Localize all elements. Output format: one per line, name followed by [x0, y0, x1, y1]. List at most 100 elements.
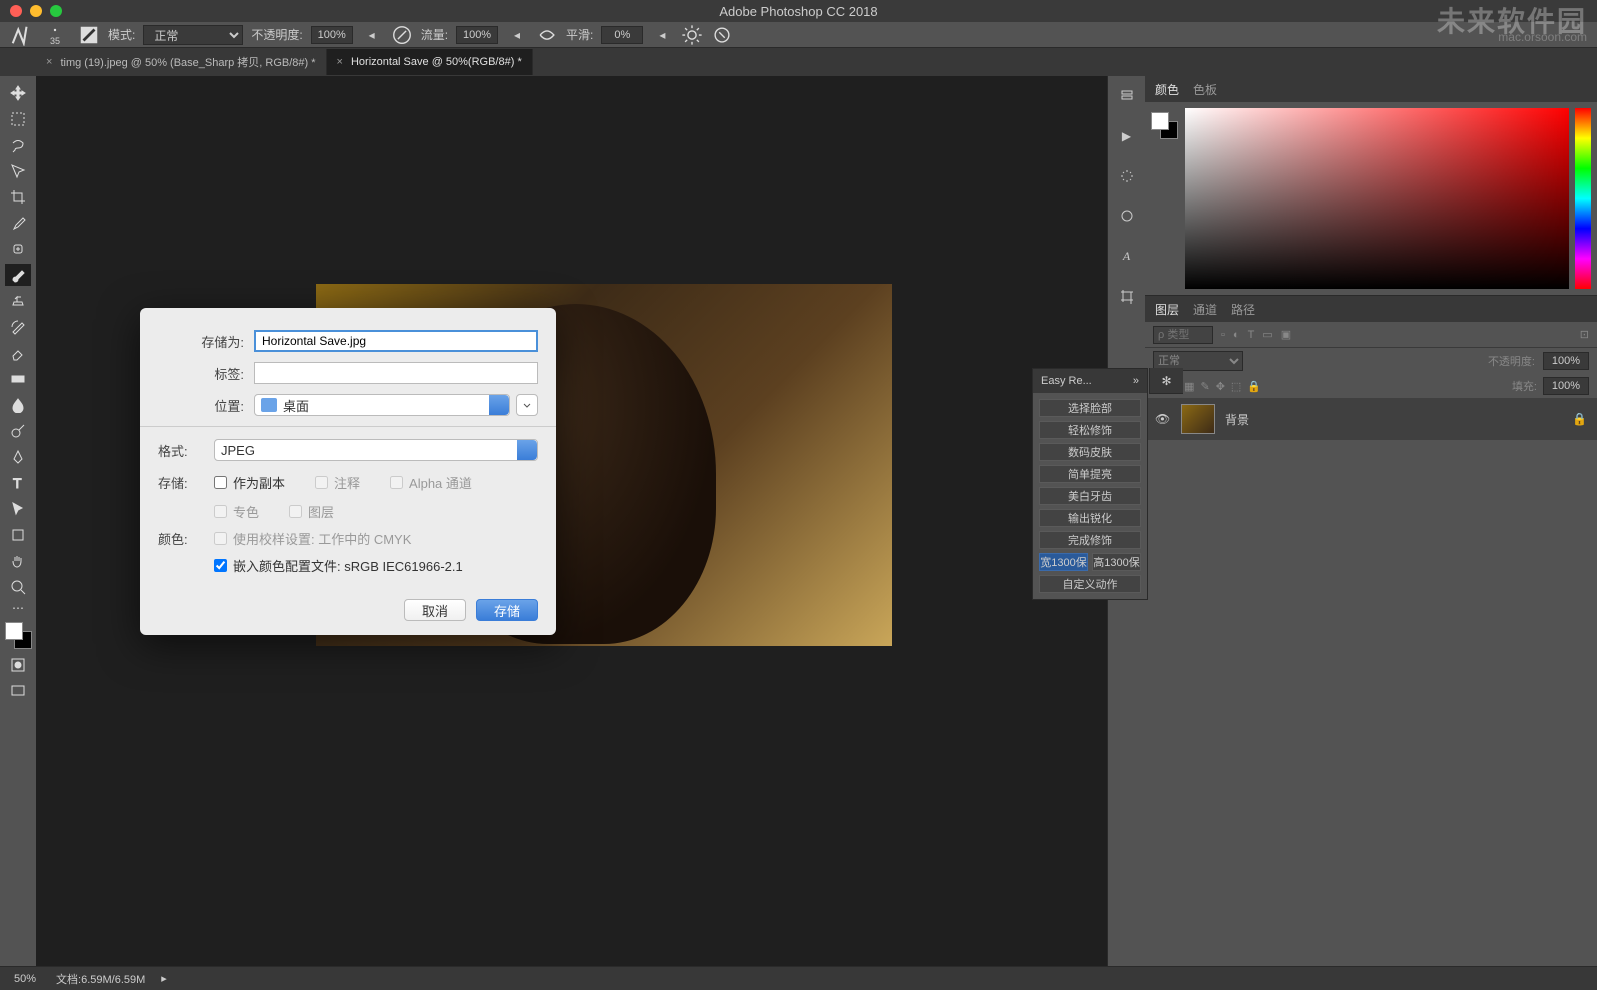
- format-select[interactable]: JPEG: [214, 439, 538, 461]
- smoothing-scrubby-icon[interactable]: ◂: [651, 24, 673, 46]
- brush-panel-toggle-icon[interactable]: [78, 24, 100, 46]
- filter-toggle-icon[interactable]: ⊡: [1580, 328, 1589, 341]
- filter-type-icon[interactable]: T: [1248, 329, 1255, 341]
- easy-retouch-button[interactable]: 轻松修饰: [1039, 421, 1141, 439]
- panel-collapse-icon[interactable]: »: [1133, 375, 1139, 387]
- select-face-button[interactable]: 选择脸部: [1039, 399, 1141, 417]
- color-field[interactable]: [1185, 108, 1569, 289]
- tool-preset-icon[interactable]: [10, 24, 32, 46]
- pressure-size-icon[interactable]: [711, 24, 733, 46]
- opacity-input[interactable]: [311, 26, 353, 44]
- document-tab-2[interactable]: × Horizontal Save @ 50%(RGB/8#) *: [327, 49, 533, 75]
- eraser-tool-icon[interactable]: [5, 342, 31, 364]
- close-tab-icon[interactable]: ×: [337, 56, 343, 68]
- edit-toolbar-icon[interactable]: ⋯: [5, 602, 31, 614]
- save-button[interactable]: 存储: [476, 599, 538, 621]
- blur-tool-icon[interactable]: [5, 394, 31, 416]
- quick-select-tool-icon[interactable]: [5, 160, 31, 182]
- layer-thumbnail[interactable]: [1181, 404, 1215, 434]
- gradient-tool-icon[interactable]: [5, 368, 31, 390]
- layer-row[interactable]: 👁 背景 🔒: [1145, 398, 1597, 440]
- lock-pixels-icon[interactable]: ✎: [1200, 380, 1209, 393]
- fill-input[interactable]: [1543, 377, 1589, 395]
- hue-slider[interactable]: [1575, 108, 1591, 289]
- marquee-tool-icon[interactable]: [5, 108, 31, 130]
- flow-input[interactable]: [456, 26, 498, 44]
- zoom-tool-icon[interactable]: [5, 576, 31, 598]
- output-sharpen-button[interactable]: 输出锐化: [1039, 509, 1141, 527]
- lock-transparency-icon[interactable]: ▦: [1184, 380, 1194, 393]
- brush-tool-icon[interactable]: [5, 264, 31, 286]
- layer-name[interactable]: 背景: [1225, 411, 1249, 428]
- smoothing-options-icon[interactable]: [681, 24, 703, 46]
- layer-filter-input[interactable]: [1153, 326, 1213, 344]
- pen-tool-icon[interactable]: [5, 446, 31, 468]
- filter-shape-icon[interactable]: ▭: [1262, 328, 1272, 341]
- custom-action-button[interactable]: 自定义动作: [1039, 575, 1141, 593]
- history-brush-tool-icon[interactable]: [5, 316, 31, 338]
- filter-pixel-icon[interactable]: ▫: [1221, 329, 1225, 341]
- digital-skin-button[interactable]: 数码皮肤: [1039, 443, 1141, 461]
- layers-tab[interactable]: 图层: [1155, 301, 1179, 318]
- type-tool-icon[interactable]: T: [5, 472, 31, 494]
- easy-retouch-panel-header[interactable]: Easy Re... »: [1033, 369, 1147, 393]
- move-tool-icon[interactable]: [5, 82, 31, 104]
- close-window-button[interactable]: [10, 5, 22, 17]
- smoothing-input[interactable]: [601, 26, 643, 44]
- shape-tool-icon[interactable]: [5, 524, 31, 546]
- height-1300-button[interactable]: 高1300保: [1092, 553, 1141, 571]
- pressure-opacity-icon[interactable]: [391, 24, 413, 46]
- tags-input[interactable]: [254, 362, 538, 384]
- flow-scrubby-icon[interactable]: ◂: [506, 24, 528, 46]
- whiten-teeth-button[interactable]: 美白牙齿: [1039, 487, 1141, 505]
- expand-dialog-button[interactable]: [516, 394, 538, 416]
- document-info[interactable]: 文档:6.59M/6.59M▸: [56, 971, 167, 987]
- swatches-tab[interactable]: 色板: [1193, 81, 1217, 98]
- layer-opacity-input[interactable]: [1543, 352, 1589, 370]
- screen-mode-icon[interactable]: [5, 680, 31, 702]
- zoom-level[interactable]: 50%: [14, 973, 36, 985]
- blend-mode-select[interactable]: 正常: [143, 25, 243, 45]
- lock-all-icon[interactable]: 🔒: [1247, 380, 1261, 393]
- path-select-tool-icon[interactable]: [5, 498, 31, 520]
- document-tab-1[interactable]: × timg (19).jpeg @ 50% (Base_Sharp 拷贝, R…: [36, 49, 327, 75]
- minimize-window-button[interactable]: [30, 5, 42, 17]
- paragraph-panel-icon[interactable]: [1115, 284, 1139, 308]
- lasso-tool-icon[interactable]: [5, 134, 31, 156]
- cancel-button[interactable]: 取消: [404, 599, 466, 621]
- maximize-window-button[interactable]: [50, 5, 62, 17]
- properties-panel-icon[interactable]: [1115, 164, 1139, 188]
- brush-preset-thumb[interactable]: 35: [40, 24, 70, 46]
- clone-stamp-tool-icon[interactable]: [5, 290, 31, 312]
- visibility-toggle-icon[interactable]: 👁: [1155, 412, 1171, 426]
- actions-panel-icon[interactable]: ▶: [1115, 124, 1139, 148]
- layer-lock-icon[interactable]: 🔒: [1572, 412, 1587, 426]
- crop-tool-icon[interactable]: [5, 186, 31, 208]
- filename-input[interactable]: [254, 330, 538, 352]
- quick-mask-icon[interactable]: [5, 654, 31, 676]
- lock-artboard-icon[interactable]: ⬚: [1231, 380, 1241, 393]
- airbrush-icon[interactable]: [536, 24, 558, 46]
- as-copy-checkbox[interactable]: 作为副本: [214, 473, 285, 492]
- location-select[interactable]: 桌面: [254, 394, 510, 416]
- color-tab[interactable]: 颜色: [1155, 81, 1179, 98]
- paths-tab[interactable]: 路径: [1231, 301, 1255, 318]
- finish-retouch-button[interactable]: 完成修饰: [1039, 531, 1141, 549]
- close-tab-icon[interactable]: ×: [46, 56, 52, 68]
- channels-tab[interactable]: 通道: [1193, 301, 1217, 318]
- color-swatches-icon[interactable]: [5, 618, 31, 650]
- character-panel-icon[interactable]: A: [1115, 244, 1139, 268]
- embed-icc-checkbox[interactable]: 嵌入颜色配置文件: sRGB IEC61966-2.1: [214, 556, 538, 575]
- width-1300-button[interactable]: 宽1300保: [1039, 553, 1088, 571]
- eyedropper-tool-icon[interactable]: [5, 212, 31, 234]
- lock-position-icon[interactable]: ✥: [1216, 380, 1225, 393]
- adjustments-panel-icon[interactable]: [1115, 204, 1139, 228]
- filter-smart-icon[interactable]: ▣: [1281, 328, 1291, 341]
- simple-brighten-button[interactable]: 简单提亮: [1039, 465, 1141, 483]
- canvas-area[interactable]: Easy Re... » 选择脸部 轻松修饰 数码皮肤 简单提亮 美白牙齿 输出…: [36, 76, 1107, 966]
- hand-tool-icon[interactable]: [5, 550, 31, 572]
- dodge-tool-icon[interactable]: [5, 420, 31, 442]
- opacity-scrubby-icon[interactable]: ◂: [361, 24, 383, 46]
- fg-bg-color-swatch[interactable]: [1151, 112, 1179, 140]
- history-panel-icon[interactable]: [1115, 84, 1139, 108]
